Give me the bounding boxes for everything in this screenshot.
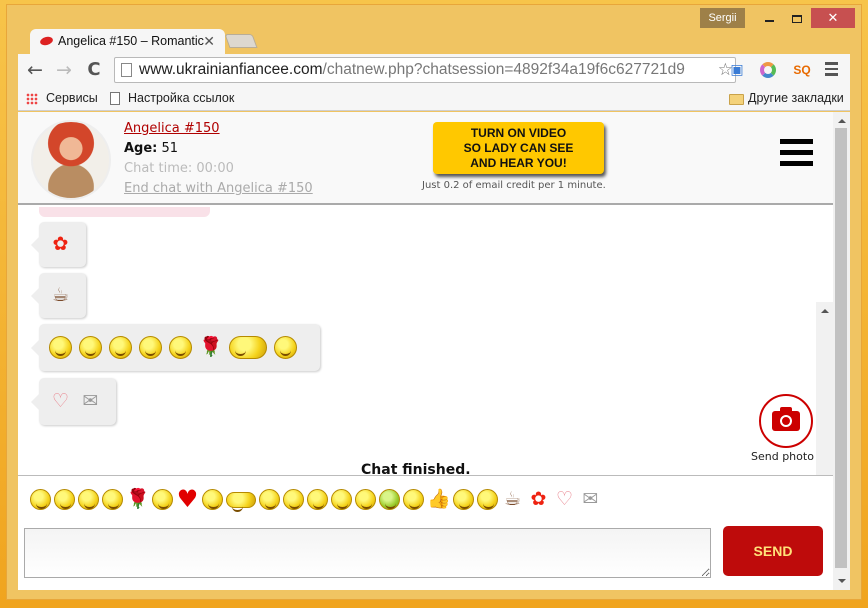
maximize-icon (792, 14, 802, 23)
send-button[interactable]: SEND (723, 526, 823, 576)
reload-button[interactable]: C (83, 59, 105, 81)
blush-emoticon-icon (79, 336, 102, 359)
scrollbar-thumb[interactable] (835, 128, 847, 568)
laugh-emoticon-icon[interactable] (307, 489, 328, 510)
age-line: Age: 51 (124, 141, 178, 156)
message-list: ✿ ☕ 🌹 ♡ ✉ (18, 207, 833, 475)
scroll-up-icon[interactable] (838, 119, 846, 123)
video-price-note: Just 0.2 of email credit per 1 minute. (422, 180, 606, 191)
bookmark-other[interactable]: Другие закладки (729, 91, 844, 105)
tongue-emoticon-icon[interactable] (453, 489, 474, 510)
maximize-button[interactable] (783, 8, 811, 28)
sick-emoticon-icon[interactable] (379, 489, 400, 510)
page-scrollbar[interactable] (833, 112, 850, 590)
age-label: Age: (124, 141, 158, 156)
emoji-picker: 🌹 ♥ 👍 ☕ ✿ ♡ ✉ (30, 487, 602, 512)
site-favicon-icon (39, 35, 54, 47)
apps-grid-icon (26, 93, 38, 105)
message-bubble: ✿ (31, 222, 86, 267)
scroll-up-icon[interactable] (821, 309, 829, 313)
hearts-icon: ♡ (51, 390, 70, 412)
wink-kiss-emoticon-icon[interactable] (259, 489, 280, 510)
wink-emoticon-icon[interactable] (477, 489, 498, 510)
blush-emoticon-icon[interactable] (54, 489, 75, 510)
url-host: www.ukrainianfiancee.com (139, 61, 323, 78)
page-icon (121, 63, 132, 77)
bookmarks-bar: Сервисы Настройка ссылок Другие закладки (18, 87, 850, 111)
bookmark-other-label: Другие закладки (748, 91, 844, 105)
rose-icon: 🌹 (199, 336, 223, 358)
forward-button[interactable]: → (53, 59, 75, 81)
message-scrollbar[interactable] (816, 302, 833, 475)
profile-badge[interactable]: Sergii (700, 8, 745, 28)
bookmark-settings-label: Настройка ссылок (128, 91, 235, 105)
extension-ring-icon[interactable] (758, 60, 778, 80)
turn-on-video-button[interactable]: TURN ON VIDEO SO LADY CAN SEE AND HEAR Y… (433, 122, 604, 174)
message-bubble: 🌹 (31, 324, 320, 371)
chat-time: Chat time: 00:00 (124, 161, 234, 176)
age-value: 51 (161, 141, 179, 156)
minimize-button[interactable] (755, 8, 783, 28)
scroll-down-icon[interactable] (838, 579, 846, 583)
avatar[interactable] (31, 120, 111, 200)
page-viewport: Angelica #150 Age: 51 Chat time: 00:00 E… (18, 112, 850, 590)
cool-emoticon-icon (139, 336, 162, 359)
hug-emoticon-icon[interactable] (226, 491, 256, 512)
lady-profile-link[interactable]: Angelica #150 (124, 121, 220, 136)
flower-icon: ✿ (52, 233, 69, 255)
bookmark-apps[interactable]: Сервисы (26, 91, 98, 105)
back-button[interactable]: ← (24, 59, 46, 81)
send-photo-button[interactable]: Send photo (751, 394, 814, 463)
document-icon (110, 92, 120, 105)
sad-emoticon-icon[interactable] (355, 489, 376, 510)
kiss-blow-emoticon-icon[interactable] (202, 489, 223, 510)
address-bar[interactable]: www.ukrainianfiancee.com/chatnew.php?cha… (114, 57, 736, 83)
kiss-emoticon-icon (274, 336, 297, 359)
message-input[interactable] (24, 528, 711, 578)
end-chat-link[interactable]: End chat with Angelica #150 (124, 181, 313, 196)
site-menu-icon[interactable] (780, 139, 813, 172)
browser-tab-active[interactable]: Angelica #150 – Romantic ✕ (30, 29, 225, 54)
message-bubble: ♡ ✉ (31, 378, 116, 425)
extension-sq-icon[interactable]: SQ (792, 60, 812, 80)
heart-icon[interactable]: ♥ (176, 487, 199, 511)
chat-header: Angelica #150 Age: 51 Chat time: 00:00 E… (18, 112, 833, 205)
cool-emoticon-icon[interactable] (78, 489, 99, 510)
hearts-icon[interactable]: ♡ (553, 488, 576, 511)
new-tab-button[interactable] (224, 34, 258, 48)
angel-emoticon-icon[interactable] (30, 489, 51, 510)
send-photo-label: Send photo (751, 450, 814, 463)
tab-title: Angelica #150 – Romantic (58, 34, 204, 48)
thumbs-up-icon[interactable]: 👍 (427, 488, 451, 511)
rose-icon[interactable]: 🌹 (126, 488, 150, 511)
smile-emoticon-icon[interactable] (152, 489, 173, 510)
hug-emoticon-icon (229, 336, 267, 359)
love-letter-icon: ✉ (82, 390, 99, 412)
surprised-emoticon-icon[interactable] (403, 489, 424, 510)
message-bubble: ☕ (31, 273, 86, 318)
url-path: /chatnew.php?chatsession=4892f34a19f6c62… (322, 61, 685, 78)
bookmark-apps-label: Сервисы (46, 91, 98, 105)
browser-menu-icon[interactable] (825, 62, 838, 79)
love-letter-icon[interactable]: ✉ (579, 488, 602, 511)
minimize-icon (764, 19, 774, 22)
camera-icon (759, 394, 813, 448)
bookmark-settings[interactable]: Настройка ссылок (110, 91, 234, 105)
cry-emoticon-icon[interactable] (102, 489, 123, 510)
browser-toolbar: ← → C www.ukrainianfiancee.com/chatnew.p… (18, 54, 850, 87)
angel-emoticon-icon (109, 336, 132, 359)
tab-close-icon[interactable]: ✕ (203, 33, 215, 50)
flower-icon[interactable]: ✿ (527, 488, 550, 511)
coffee-icon[interactable]: ☕ (501, 488, 524, 511)
close-window-button[interactable]: ✕ (811, 8, 855, 28)
kiss-emoticon-icon[interactable] (283, 489, 304, 510)
smile-emoticon-icon (49, 336, 72, 359)
in-love-emoticon-icon[interactable] (331, 489, 352, 510)
coffee-icon: ☕ (51, 284, 70, 306)
cry-emoticon-icon (169, 336, 192, 359)
message-bubble (39, 207, 210, 217)
extension-dashboard-icon[interactable]: ▣ (727, 60, 747, 80)
folder-icon (729, 94, 744, 105)
divider (18, 475, 833, 476)
